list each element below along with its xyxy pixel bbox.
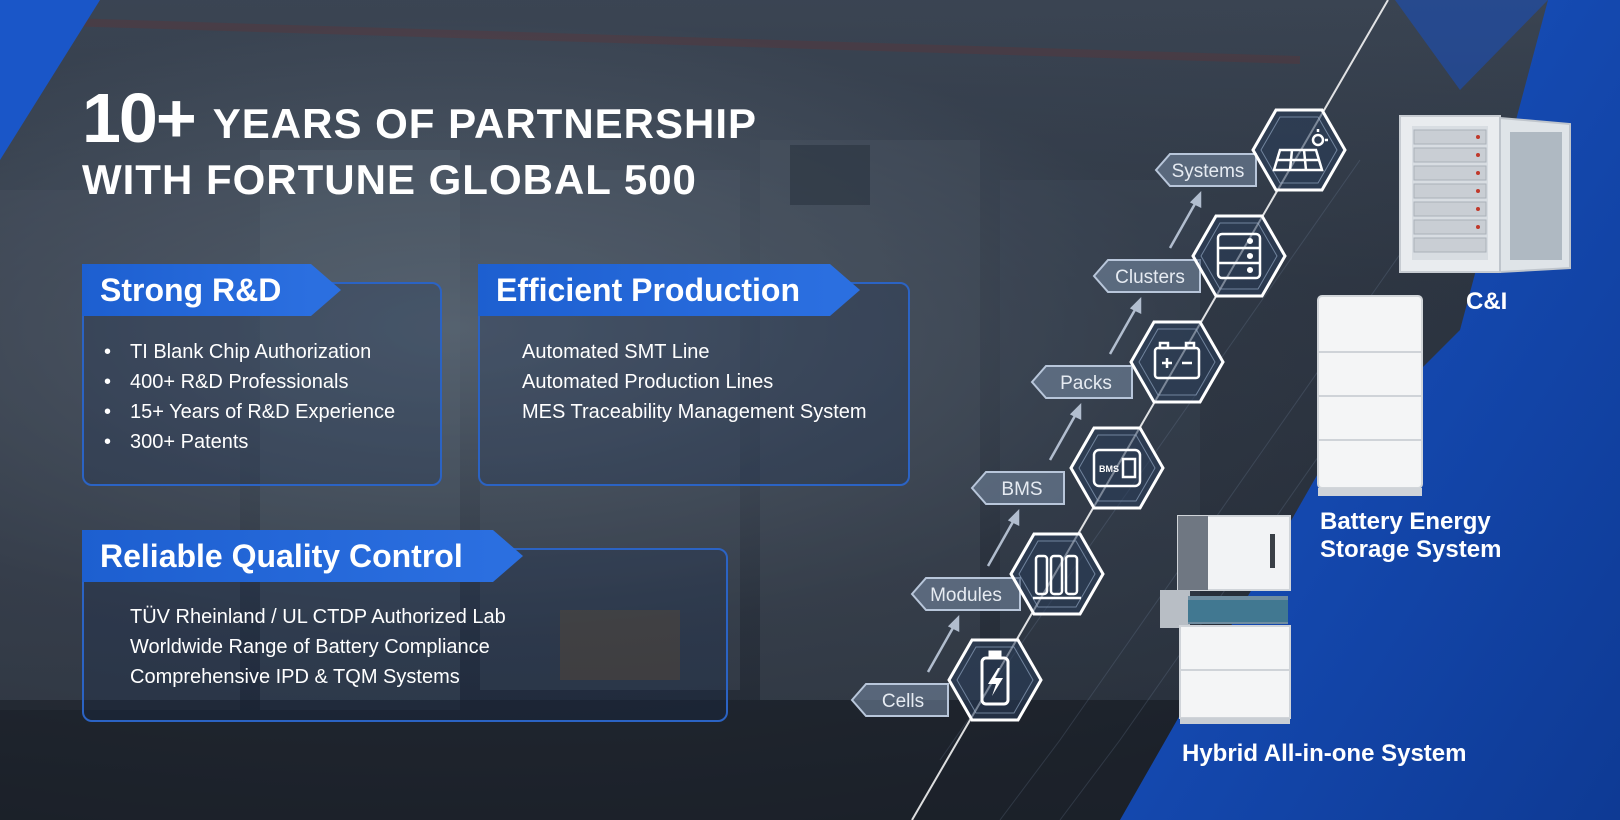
ci-cabinet-illustration	[1399, 115, 1571, 274]
arrow-icon	[1108, 296, 1142, 355]
stage-label: Systems	[1172, 161, 1245, 182]
arrow-icon	[1048, 402, 1082, 461]
stage-systems: Systems	[1154, 108, 1347, 192]
product-label-bess-line1: Battery Energy	[1320, 508, 1491, 535]
stage-label: BMS	[1001, 479, 1042, 500]
svg-text:BMS: BMS	[1099, 464, 1119, 474]
stage-label: Modules	[930, 585, 1002, 606]
bess-illustration	[1317, 295, 1423, 496]
product-label-hybrid: Hybrid All-in-one System	[1182, 740, 1467, 767]
stage-label: Cells	[882, 691, 924, 712]
stage-label: Clusters	[1115, 267, 1185, 288]
product-label-bess-line2: Storage System	[1320, 536, 1502, 563]
hybrid-system-illustration	[1160, 515, 1291, 724]
stage-cells: Cells	[850, 638, 1043, 722]
factory-background: 10+ YEARS OF PARTNERSHIP WITH FORTUNE GLO…	[0, 0, 1620, 820]
stage-label: Packs	[1060, 373, 1112, 394]
product-label-ci: C&I	[1466, 288, 1508, 315]
stage-packs: Packs	[1030, 320, 1225, 404]
value-chain-diagram: Cells Modules BMS BMS Packs Clusters Sys…	[850, 108, 1571, 724]
stage-modules: Modules	[910, 532, 1105, 616]
stage-clusters: Clusters	[1092, 214, 1287, 298]
arrow-icon	[926, 614, 960, 673]
arrow-icon	[1168, 190, 1202, 249]
stage-bms: BMS BMS	[970, 426, 1165, 510]
arrow-icon	[986, 508, 1020, 567]
